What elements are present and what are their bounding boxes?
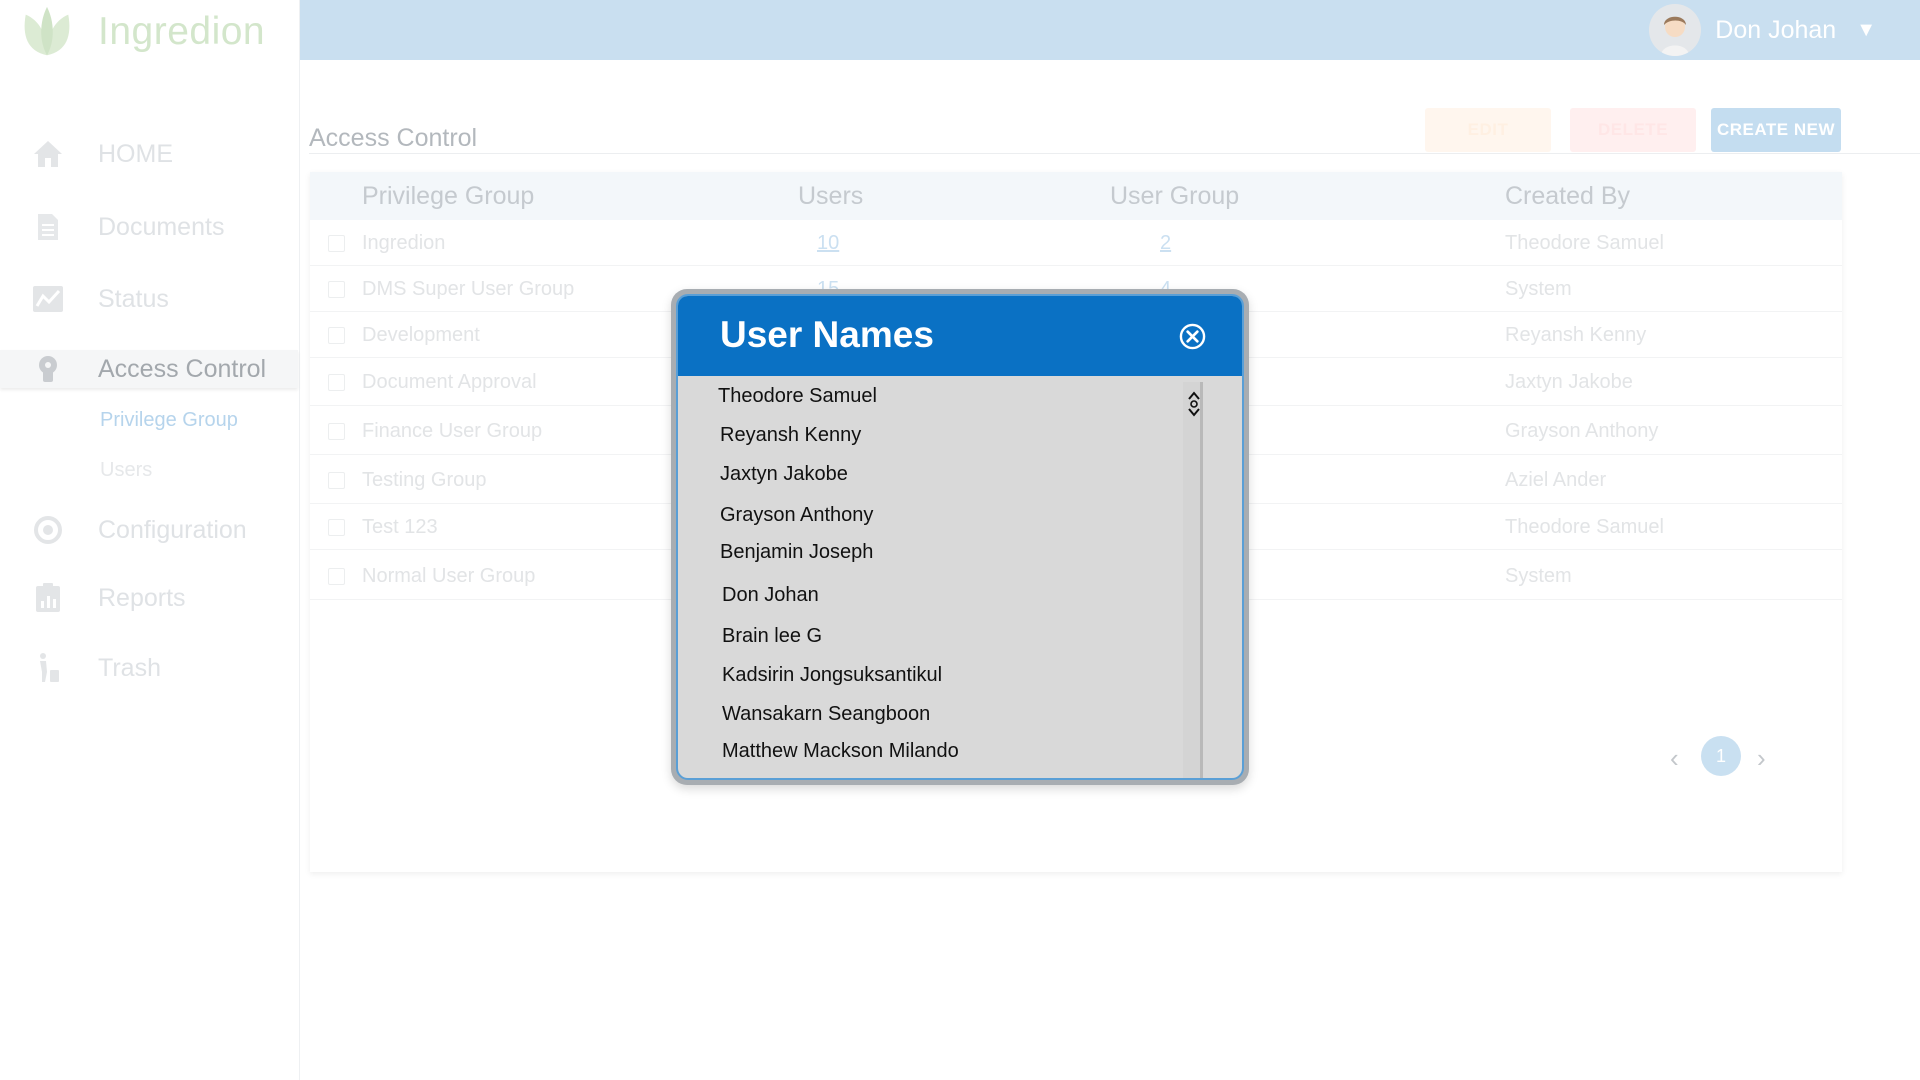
cell-created-by: Theodore Samuel <box>1505 232 1664 254</box>
row-checkbox[interactable] <box>328 374 345 391</box>
list-item[interactable]: Kadsirin Jongsuksantikul <box>722 664 942 687</box>
chevron-down-icon[interactable]: ▼ <box>1856 19 1876 42</box>
modal-body: User Names Theodore Samuel Reyansh Kenny… <box>676 294 1244 780</box>
user-names-list[interactable]: Theodore Samuel Reyansh Kenny Jaxtyn Jak… <box>678 376 1242 778</box>
cell-created-by: Reyansh Kenny <box>1505 324 1647 346</box>
brand-logo-icon <box>24 6 70 56</box>
list-item[interactable]: Wansakarn Seangboon <box>722 703 930 726</box>
cell-created-by: System <box>1505 278 1572 300</box>
column-header-privilege-group[interactable]: Privilege Group <box>362 182 534 211</box>
cell-created-by: Theodore Samuel <box>1505 516 1664 538</box>
row-checkbox[interactable] <box>328 568 345 585</box>
sidebar-item-documents[interactable]: Documents <box>0 208 298 246</box>
delete-button[interactable]: DELETE <box>1570 108 1696 152</box>
sidebar: Ingredion HOME Documents Status Access C… <box>0 0 300 1080</box>
sidebar-subitem-users[interactable]: Users <box>100 459 152 482</box>
configuration-icon <box>32 514 64 546</box>
edit-button[interactable]: EDIT <box>1425 108 1551 152</box>
row-checkbox[interactable] <box>328 519 345 536</box>
column-header-users[interactable]: Users <box>798 182 863 211</box>
pagination-prev-icon[interactable]: ‹ <box>1670 743 1679 774</box>
cell-group: Document Approval <box>362 371 537 393</box>
top-bar: Don Johan ▼ <box>300 0 1920 60</box>
list-item[interactable]: Matthew Mackson Milando <box>722 740 959 763</box>
brand-name: Ingredion <box>98 10 266 53</box>
sidebar-item-reports[interactable]: Reports <box>0 579 298 617</box>
brand[interactable]: Ingredion <box>18 2 265 62</box>
list-item[interactable]: Grayson Anthony <box>720 504 873 527</box>
row-checkbox[interactable] <box>328 423 345 440</box>
cell-group: Finance User Group <box>362 420 543 442</box>
sidebar-item-label: Reports <box>98 583 186 612</box>
row-checkbox[interactable] <box>328 281 345 298</box>
sidebar-item-label: Access Control <box>98 354 267 383</box>
sidebar-item-label: Configuration <box>98 515 247 544</box>
cell-created-by: Jaxtyn Jakobe <box>1505 371 1633 393</box>
cell-users-link[interactable]: 10 <box>817 232 839 255</box>
list-item[interactable]: Benjamin Joseph <box>720 541 873 564</box>
row-checkbox[interactable] <box>328 235 345 252</box>
page-title: Access Control <box>309 124 478 152</box>
sidebar-item-configuration[interactable]: Configuration <box>0 511 298 549</box>
scrollbar[interactable] <box>1183 382 1203 778</box>
status-chart-icon <box>32 283 64 315</box>
sidebar-item-label: Documents <box>98 212 225 241</box>
cell-group: Testing Group <box>362 469 487 491</box>
access-control-icon <box>32 353 64 385</box>
cell-user-group-link[interactable]: 2 <box>1160 232 1171 255</box>
cell-group: Development <box>362 324 480 346</box>
sidebar-item-label: Trash <box>98 653 161 682</box>
user-name: Don Johan <box>1715 15 1837 44</box>
cell-group: Normal User Group <box>362 565 536 587</box>
pagination-current-page[interactable]: 1 <box>1701 736 1741 776</box>
column-header-created-by[interactable]: Created By <box>1505 182 1630 211</box>
pagination-next-icon[interactable]: › <box>1757 743 1766 774</box>
list-item[interactable]: Jaxtyn Jakobe <box>720 463 848 486</box>
cell-group: Test 123 <box>362 516 438 538</box>
sidebar-item-home[interactable]: HOME <box>0 135 298 173</box>
user-names-modal: User Names Theodore Samuel Reyansh Kenny… <box>671 289 1249 785</box>
scroll-up-down-icon[interactable] <box>1186 390 1202 418</box>
sidebar-item-status[interactable]: Status <box>0 280 298 318</box>
modal-title: User Names <box>720 314 934 355</box>
reports-icon <box>32 582 64 614</box>
sidebar-subitem-privilege-group[interactable]: Privilege Group <box>100 409 238 432</box>
cell-group: Ingredion <box>362 232 446 254</box>
table-row[interactable]: Ingredion 10 2 Theodore Samuel <box>310 220 1842 266</box>
avatar <box>1649 4 1702 56</box>
sidebar-item-label: HOME <box>98 139 173 168</box>
sidebar-item-trash[interactable]: Trash <box>0 649 298 687</box>
row-checkbox[interactable] <box>328 327 345 344</box>
list-item[interactable]: Brain lee G <box>722 625 822 648</box>
cell-created-by: System <box>1505 565 1572 587</box>
user-menu[interactable]: Don Johan ▼ <box>1649 4 1876 56</box>
list-item[interactable]: Reyansh Kenny <box>720 424 861 447</box>
create-new-button[interactable]: CREATE NEW <box>1711 108 1841 152</box>
modal-header: User Names <box>678 296 1242 376</box>
trash-icon <box>32 652 64 684</box>
sidebar-item-access-control[interactable]: Access Control <box>0 350 298 388</box>
column-header-user-group[interactable]: User Group <box>1110 182 1239 211</box>
home-icon <box>32 138 64 170</box>
divider <box>309 153 1920 154</box>
cell-created-by: Aziel Ander <box>1505 469 1607 491</box>
list-item[interactable]: Theodore Samuel <box>718 385 877 408</box>
sidebar-item-label: Status <box>98 284 169 313</box>
cell-group: DMS Super User Group <box>362 278 575 300</box>
table-header: Privilege Group Users User Group Created… <box>310 172 1842 220</box>
document-icon <box>32 211 64 243</box>
row-checkbox[interactable] <box>328 472 345 489</box>
list-item[interactable]: Don Johan <box>722 584 819 607</box>
close-icon[interactable] <box>1179 323 1206 350</box>
cell-created-by: Grayson Anthony <box>1505 420 1659 442</box>
